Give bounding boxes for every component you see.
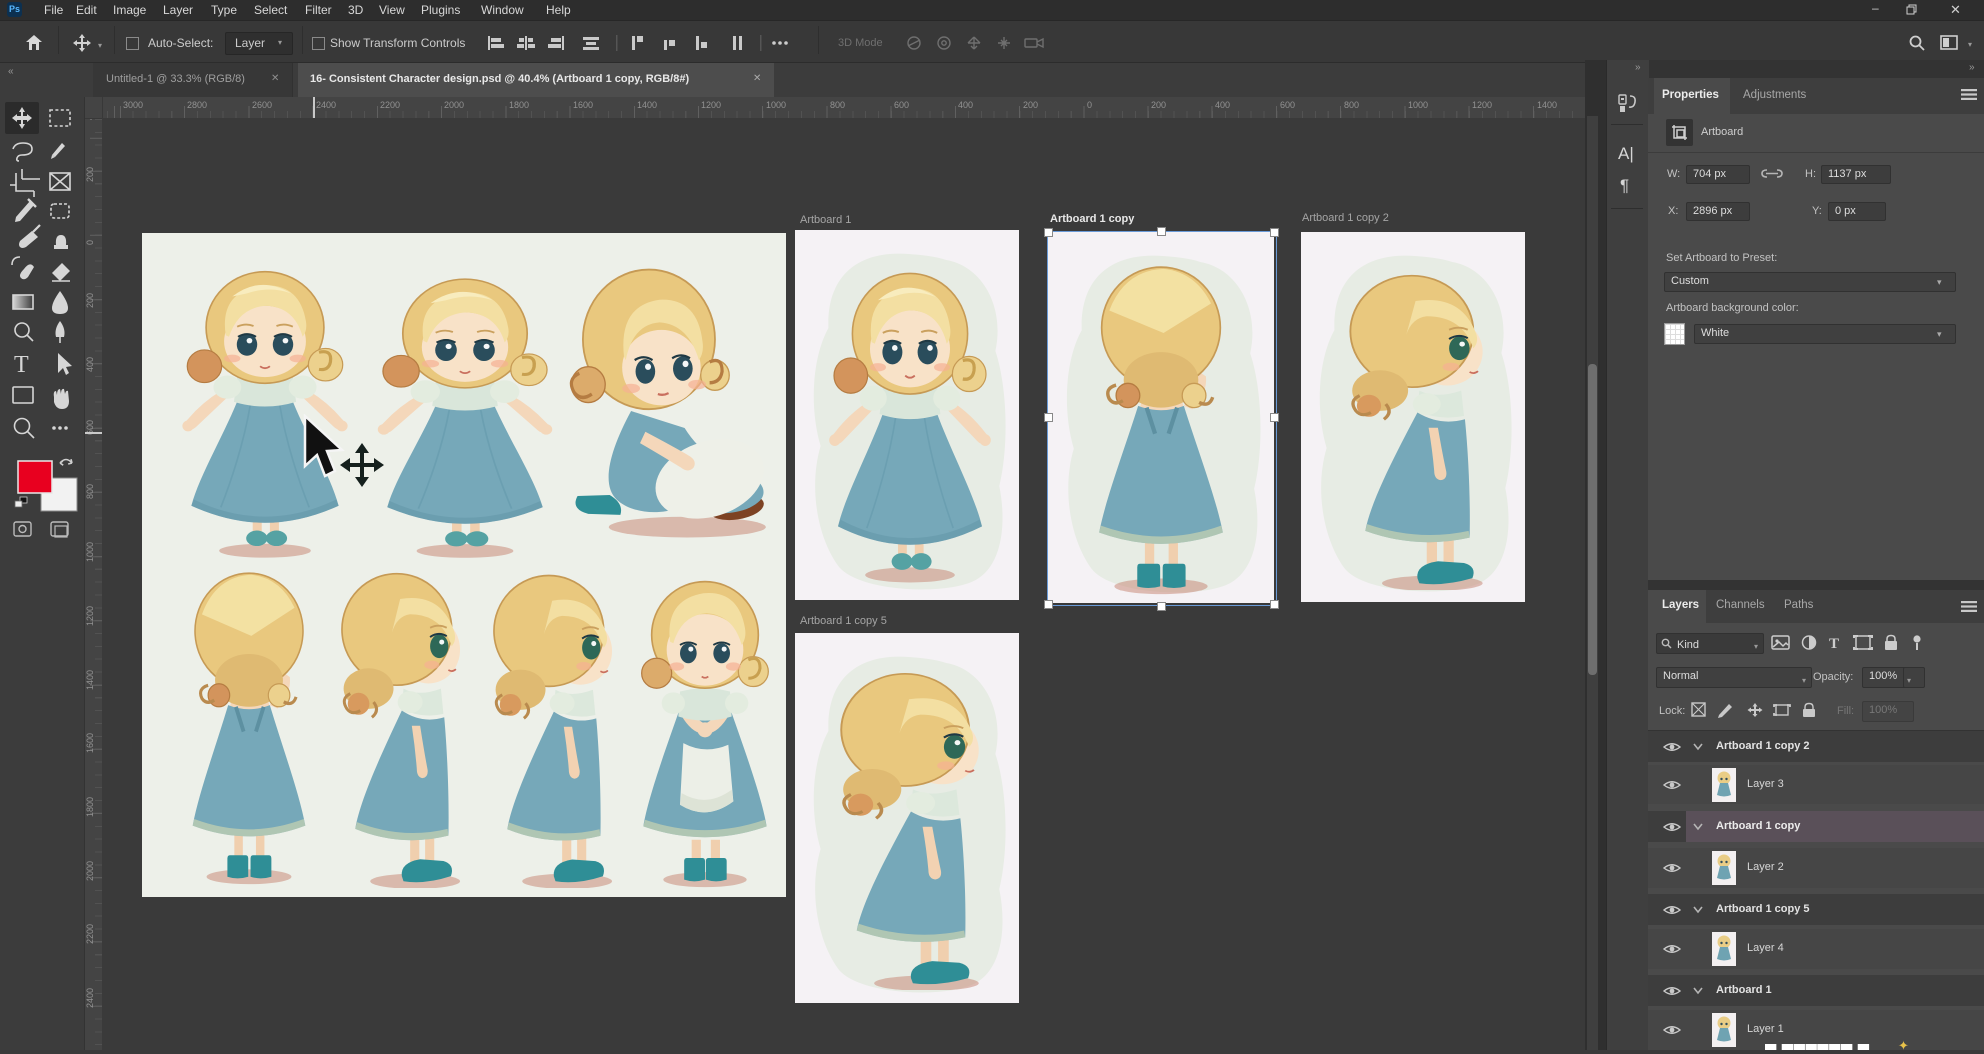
svg-text:T: T <box>1829 636 1839 652</box>
svg-text:T: T <box>14 352 29 378</box>
